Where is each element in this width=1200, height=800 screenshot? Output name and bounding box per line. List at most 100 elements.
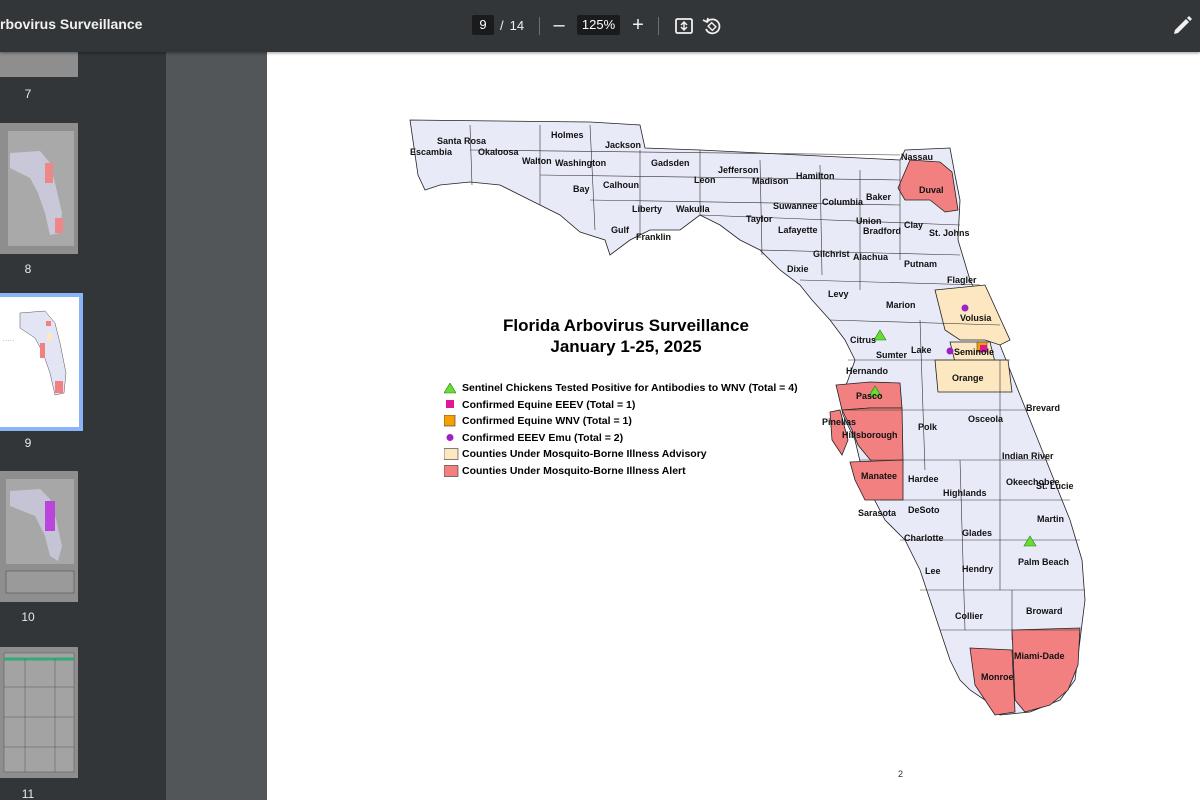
county-label: Miami-Dade <box>1014 651 1065 661</box>
purple-circle-icon <box>444 432 462 443</box>
county-label: Sarasota <box>858 508 897 518</box>
county-label: Liberty <box>632 204 662 214</box>
county-label: Madison <box>752 176 789 186</box>
county-label: Glades <box>962 528 992 538</box>
county-label: Charlotte <box>904 533 944 543</box>
county-label: Walton <box>522 156 552 166</box>
county-label: Gulf <box>611 225 630 235</box>
county-label: Marion <box>886 300 916 310</box>
legend-item: Confirmed Equine WNV (Total = 1) <box>444 413 798 430</box>
page-navigator: 9 / 14 <box>472 15 524 35</box>
county-label: Bradford <box>863 226 901 236</box>
county-label: Martin <box>1037 514 1064 524</box>
map-legend: Sentinel Chickens Tested Positive for An… <box>444 380 798 479</box>
county-label: Santa Rosa <box>437 136 487 146</box>
legend-item: Counties Under Mosquito-Borne Illness Ad… <box>444 446 798 463</box>
green-triangle-icon <box>444 382 462 394</box>
county-label: Lee <box>925 566 941 576</box>
county-label: Polk <box>918 422 938 432</box>
county-label: Bay <box>573 184 590 194</box>
county-label: Baker <box>866 192 892 202</box>
legend-item: Confirmed Equine EEEV (Total = 1) <box>444 397 798 414</box>
county-label: Jackson <box>605 140 641 150</box>
legend-item: Sentinel Chickens Tested Positive for An… <box>444 380 798 397</box>
county-label: Jefferson <box>718 165 759 175</box>
edit-pen-icon[interactable] <box>1170 14 1194 38</box>
county-label: Indian River <box>1002 451 1054 461</box>
county-label: Lafayette <box>778 225 818 235</box>
county-label: Flagler <box>947 275 977 285</box>
county-label: Lake <box>911 345 932 355</box>
county-label: Hillsborough <box>842 430 898 440</box>
county-label: Okaloosa <box>478 147 520 157</box>
county-label: Palm Beach <box>1018 557 1069 567</box>
county-label: St. Lucie <box>1036 481 1074 491</box>
county-label: Washington <box>555 158 606 168</box>
fit-page-icon[interactable] <box>672 14 696 38</box>
county-label: Hamilton <box>796 171 835 181</box>
county-label: Orange <box>952 373 984 383</box>
toolbar-divider <box>658 17 659 35</box>
county-label: Nassau <box>901 152 933 162</box>
county-label: Hernando <box>846 366 889 376</box>
county-label: Alachua <box>853 252 889 262</box>
county-label: Escambia <box>410 147 453 157</box>
zoom-in-button[interactable]: + <box>626 13 650 37</box>
county-label: Highlands <box>943 488 987 498</box>
page-separator: / <box>500 17 504 33</box>
zoom-out-button[interactable]: – <box>547 13 571 37</box>
county-label: Clay <box>904 220 923 230</box>
map-title-line2: January 1-25, 2025 <box>550 337 702 356</box>
county-label: Suwannee <box>773 201 818 211</box>
total-pages: 14 <box>509 17 525 33</box>
county-label: Gilchrist <box>813 249 850 259</box>
county-label: Broward <box>1026 606 1063 616</box>
legend-label: Counties Under Mosquito-Borne Illness Al… <box>462 464 686 477</box>
map-title-line1: Florida Arbovirus Surveillance <box>503 316 749 335</box>
county-label: Manatee <box>861 471 897 481</box>
county-label: Leon <box>694 175 716 185</box>
county-label: Holmes <box>551 130 584 140</box>
county-label: Calhoun <box>603 180 639 190</box>
legend-label: Confirmed EEEV Emu (Total = 2) <box>462 431 624 444</box>
county-label: Collier <box>955 611 984 621</box>
county-label: Hardee <box>908 474 939 484</box>
emu-eeev-marker-volusia <box>961 304 969 312</box>
legend-item: Confirmed EEEV Emu (Total = 2) <box>444 430 798 447</box>
legend-label: Counties Under Mosquito-Borne Illness Ad… <box>462 448 707 461</box>
county-label: Columbia <box>822 197 864 207</box>
county-label: Dixie <box>787 264 809 274</box>
county-label: Gadsden <box>651 158 690 168</box>
legend-label: Sentinel Chickens Tested Positive for An… <box>462 382 798 395</box>
map-title: Florida Arbovirus Surveillance January 1… <box>476 315 776 357</box>
county-label: Duval <box>919 185 944 195</box>
orange-square-icon <box>444 415 462 427</box>
toolbar-divider <box>539 17 540 35</box>
county-label: Taylor <box>746 214 773 224</box>
county-label: Brevard <box>1026 403 1060 413</box>
county-label: Sumter <box>876 350 908 360</box>
county-label: Hendry <box>962 564 993 574</box>
zoom-level-input[interactable]: 125% <box>577 15 620 35</box>
county-label: Franklin <box>636 232 671 242</box>
county-label: Monroe <box>981 672 1014 682</box>
alert-swatch-icon <box>444 464 462 477</box>
rotate-icon[interactable] <box>700 14 724 38</box>
pdf-toolbar: rbovirus Surveillance 9 / 14 – 125% + <box>0 0 1200 52</box>
legend-item: Counties Under Mosquito-Borne Illness Al… <box>444 463 798 480</box>
legend-label: Confirmed Equine WNV (Total = 1) <box>462 415 632 428</box>
county-label: Volusia <box>960 313 992 323</box>
advisory-swatch-icon <box>444 448 462 461</box>
county-label: Pinellas <box>822 417 856 427</box>
county-label: St. Johns <box>929 228 970 238</box>
page-stray-mark: 2 <box>898 769 903 779</box>
magenta-square-icon <box>444 399 462 410</box>
county-label: Levy <box>828 289 849 299</box>
county-label: Seminole <box>954 347 994 357</box>
document-title: rbovirus Surveillance <box>0 16 143 32</box>
county-label: Osceola <box>968 414 1004 424</box>
county-label: DeSoto <box>908 505 940 515</box>
county-label: Wakulla <box>676 204 711 214</box>
current-page-input[interactable]: 9 <box>472 15 494 35</box>
county-miami-dade <box>1011 627 1081 713</box>
